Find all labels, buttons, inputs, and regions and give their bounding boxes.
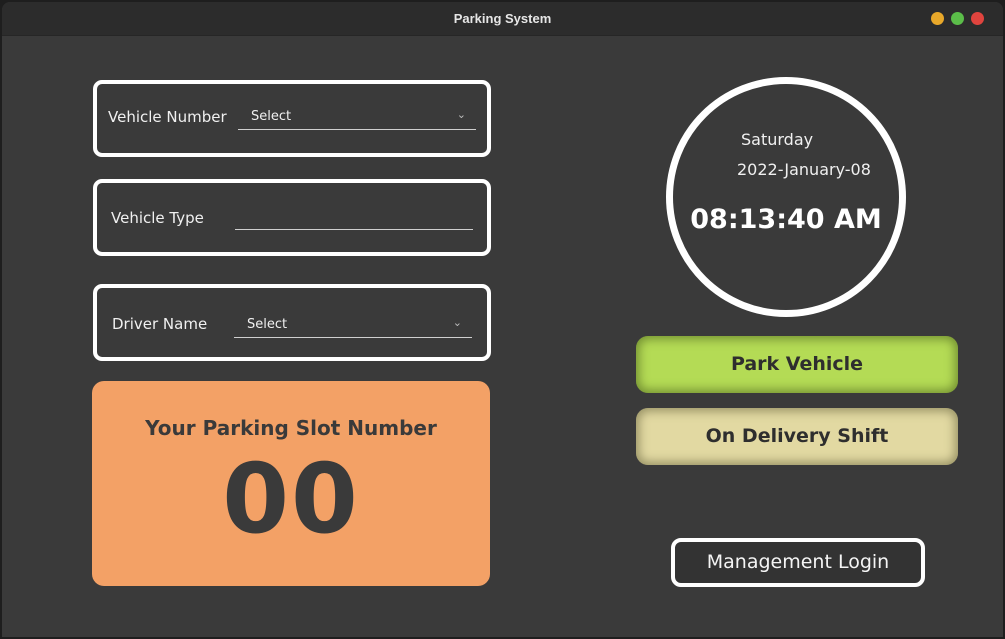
app-window: Parking System Vehicle Number Select ⌄ V…: [2, 2, 1003, 637]
vehicle-number-value: Select: [251, 109, 292, 124]
vehicle-number-select[interactable]: Select ⌄: [238, 105, 476, 130]
management-login-button[interactable]: Management Login: [671, 538, 925, 587]
vehicle-type-input[interactable]: [235, 205, 473, 230]
parking-slot-number: 00: [222, 443, 360, 555]
driver-name-select[interactable]: Select ⌄: [234, 313, 472, 338]
clock-day: Saturday: [741, 130, 814, 149]
title-bar: Parking System: [2, 2, 1003, 36]
chevron-down-icon: ⌄: [456, 108, 466, 121]
chevron-down-icon: ⌄: [452, 316, 462, 329]
vehicle-number-label: Vehicle Number: [108, 108, 227, 126]
close-button[interactable]: [971, 12, 984, 25]
park-vehicle-button[interactable]: Park Vehicle: [636, 336, 958, 393]
minimize-button[interactable]: [931, 12, 944, 25]
parking-slot-title: Your Parking Slot Number: [145, 416, 437, 440]
parking-slot-panel: Your Parking Slot Number 00: [92, 381, 490, 586]
driver-name-label: Driver Name: [112, 315, 208, 333]
driver-name-value: Select: [247, 317, 288, 332]
vehicle-type-label: Vehicle Type: [111, 209, 204, 227]
clock-widget: Saturday 2022-January-08 08:13:40 AM: [666, 77, 906, 317]
maximize-button[interactable]: [951, 12, 964, 25]
window-title: Parking System: [453, 11, 552, 26]
clock-date: 2022-January-08: [737, 160, 871, 179]
driver-name-group: Driver Name Select ⌄: [93, 284, 491, 361]
clock-time: 08:13:40 AM: [690, 204, 882, 235]
vehicle-type-group: Vehicle Type: [93, 179, 491, 256]
vehicle-number-group: Vehicle Number Select ⌄: [93, 80, 491, 157]
on-delivery-shift-button[interactable]: On Delivery Shift: [636, 408, 958, 465]
